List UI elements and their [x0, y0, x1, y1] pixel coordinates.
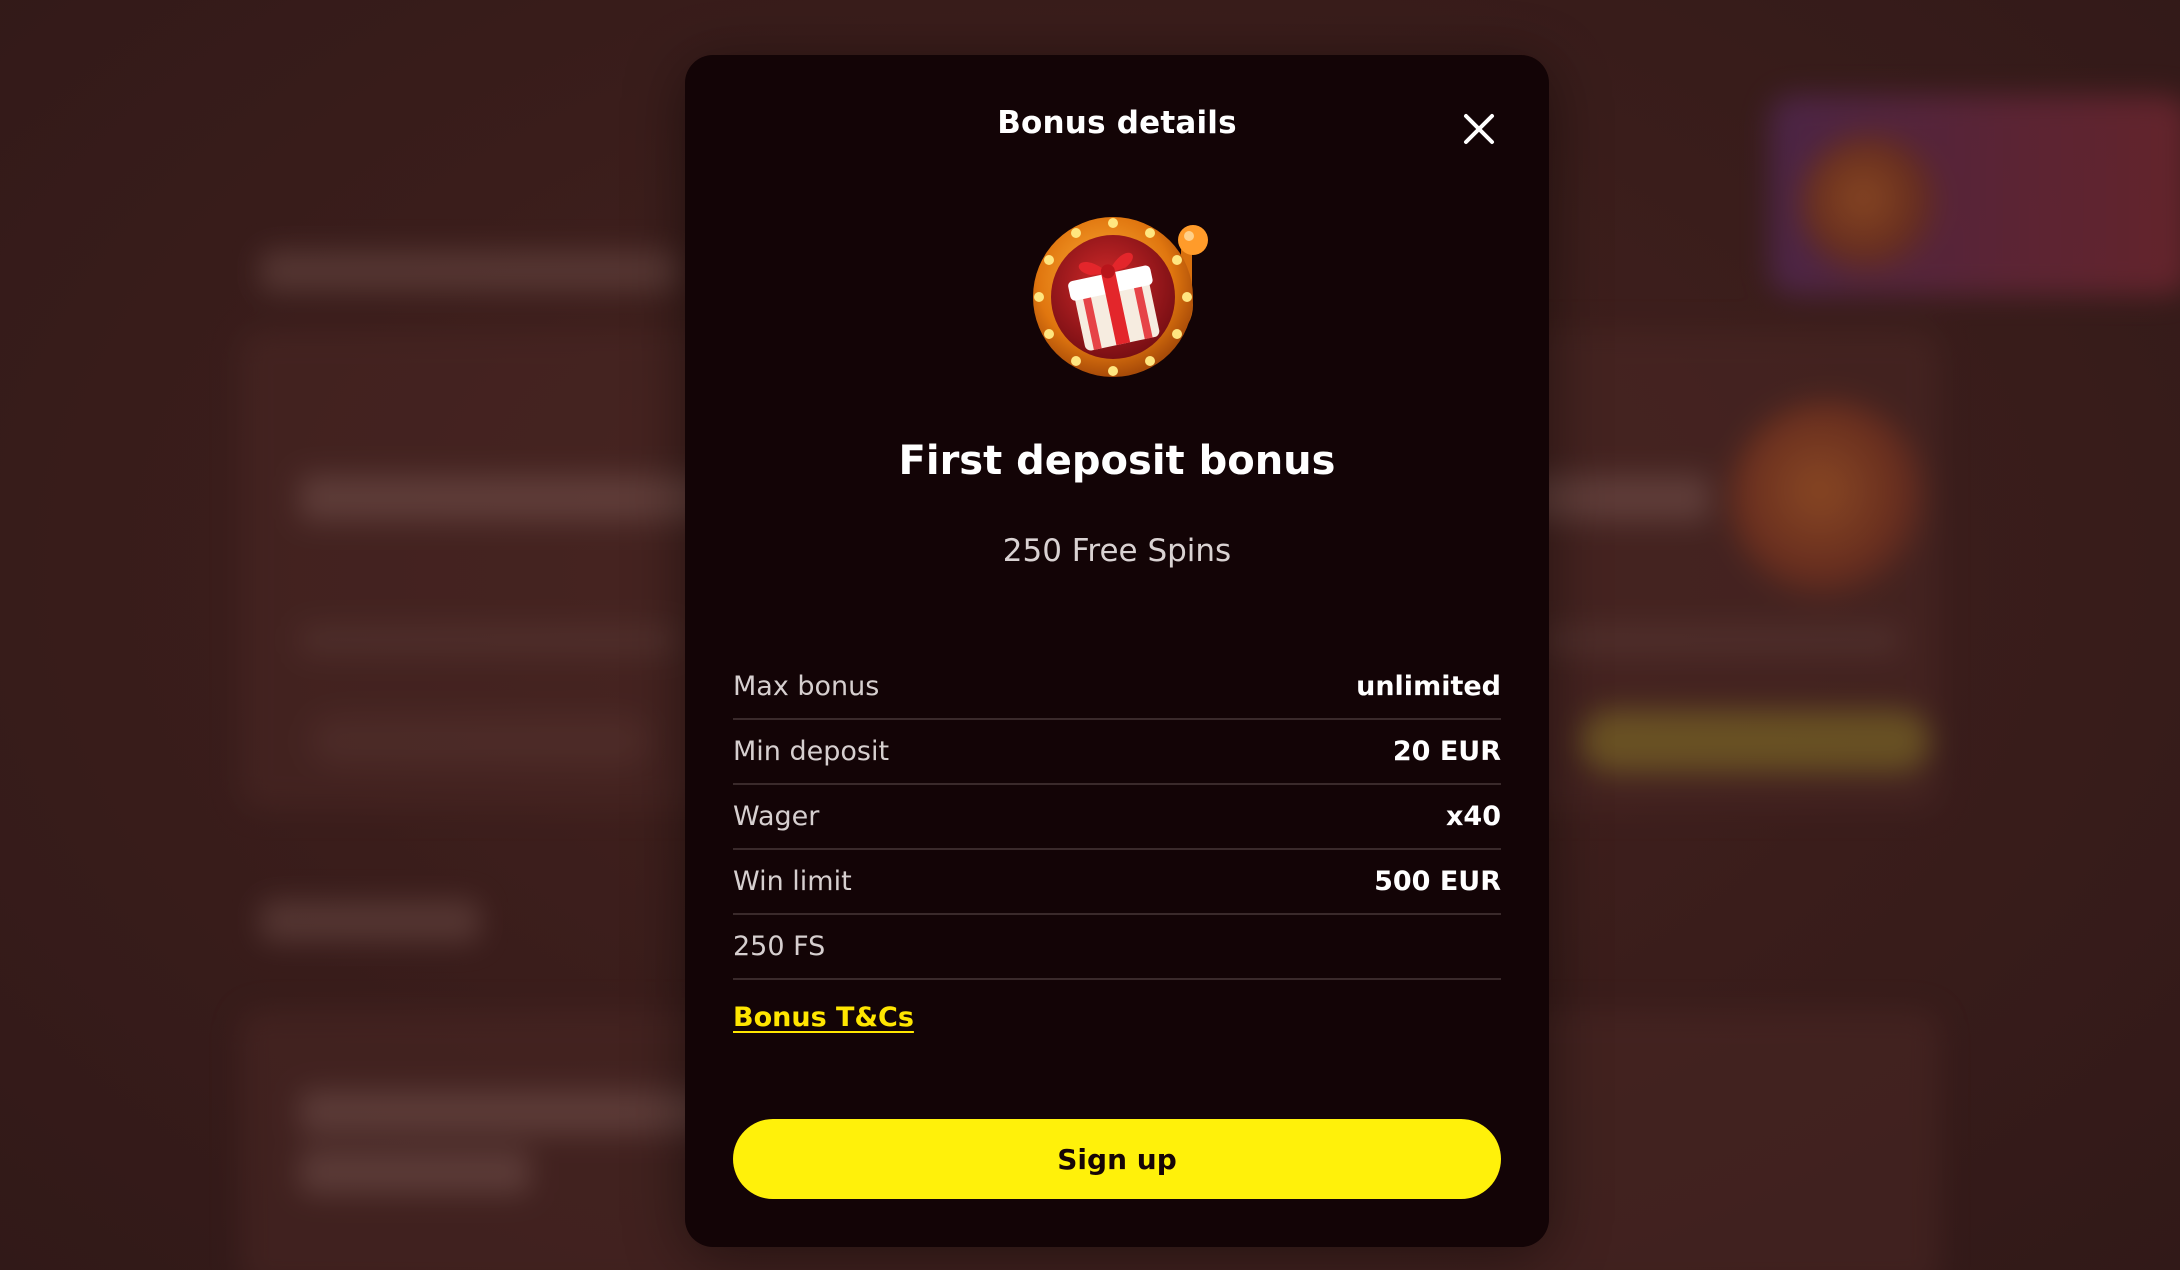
close-icon: [1464, 114, 1494, 144]
detail-row-free-spins: 250 FS: [733, 915, 1501, 980]
bg-cashback-line1: [300, 1090, 720, 1134]
bonus-terms-link[interactable]: Bonus T&Cs: [733, 1002, 914, 1033]
detail-row-min-deposit: Min deposit 20 EUR: [733, 720, 1501, 785]
modal-title: Bonus details: [997, 105, 1237, 141]
bonus-details-modal: Bonus details First deposit bonus 250 Fr…: [685, 55, 1549, 1247]
detail-value: unlimited: [1356, 671, 1501, 702]
detail-row-wager: Wager x40: [733, 785, 1501, 850]
detail-label: Wager: [733, 801, 820, 832]
detail-label: Win limit: [733, 866, 852, 897]
bg-heading-welcome: [260, 250, 680, 292]
detail-label: Max bonus: [733, 671, 880, 702]
close-button[interactable]: [1455, 105, 1503, 153]
signup-button[interactable]: Sign up: [733, 1119, 1501, 1199]
bonus-subtitle: 250 Free Spins: [1002, 533, 1232, 569]
gift-slot-wheel-icon: [1025, 205, 1225, 380]
bg-card-line: [300, 625, 680, 655]
detail-value: 500 EUR: [1374, 866, 1501, 897]
page: Bonus details First deposit bonus 250 Fr…: [0, 0, 2180, 1270]
bonus-details-list: Max bonus unlimited Min deposit 20 EUR W…: [733, 655, 1501, 980]
detail-row-max-bonus: Max bonus unlimited: [733, 655, 1501, 720]
bonus-name: First deposit bonus: [898, 438, 1336, 484]
detail-label: 250 FS: [733, 931, 826, 962]
bg-cashback-line2: [300, 1150, 530, 1194]
bg-heading-cashback: [260, 900, 480, 942]
bg-card-pill: [310, 715, 650, 767]
bg-card-line-right: [1540, 625, 1900, 655]
detail-value: 20 EUR: [1392, 736, 1501, 767]
detail-value: x40: [1446, 801, 1501, 832]
bg-promo-art: [1800, 135, 1940, 275]
detail-label: Min deposit: [733, 736, 890, 767]
detail-row-win-limit: Win limit 500 EUR: [733, 850, 1501, 915]
bg-yellow-button: [1580, 710, 1930, 772]
bg-bonus-art: [1730, 400, 1930, 600]
